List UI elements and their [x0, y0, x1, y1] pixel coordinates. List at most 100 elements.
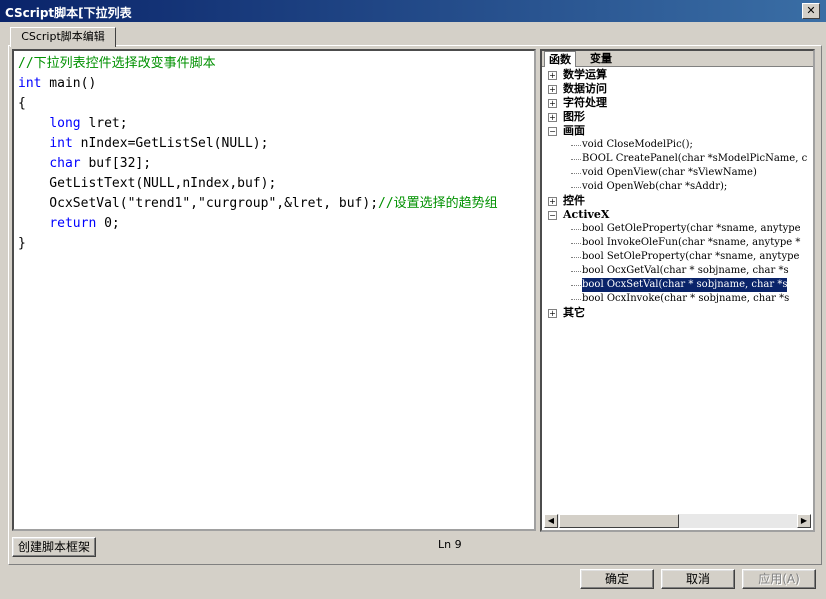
tree-node-label[interactable]: 控件	[563, 194, 585, 208]
tree-leaf[interactable]: bool OcxGetVal(char * sobjname, char *s	[542, 264, 813, 278]
tree-node[interactable]: − ActiveX	[542, 208, 813, 222]
code-text: }	[18, 236, 26, 251]
plus-icon[interactable]: +	[548, 113, 557, 122]
tree-leaf[interactable]: void OpenView(char *sViewName)	[542, 166, 813, 180]
code-comment: //设置选择的趋势组	[378, 196, 498, 211]
tree-connector	[571, 187, 581, 188]
function-tabs: 函数 变量	[542, 51, 813, 67]
tree-leaf-label[interactable]: BOOL CreatePanel(char *sModelPicName, c	[582, 152, 807, 166]
code-text: buf[32];	[80, 156, 152, 171]
tree-leaf-label[interactable]: void OpenWeb(char *sAddr);	[582, 180, 727, 194]
tab-functions[interactable]: 函数	[544, 51, 576, 67]
tree-connector	[571, 285, 581, 286]
code-comment: //下拉列表控件选择改变事件脚本	[18, 56, 216, 71]
tree-leaf-label[interactable]: bool OcxInvoke(char * sobjname, char *s	[582, 292, 789, 306]
code-keyword: char	[49, 156, 81, 171]
tree-leaf[interactable]: void OpenWeb(char *sAddr);	[542, 180, 813, 194]
code-text: nIndex=GetListSel(NULL);	[72, 136, 269, 151]
tree-connector	[571, 299, 581, 300]
tree-node-label[interactable]: 数学运算	[563, 68, 607, 82]
code-line[interactable]: char buf[32];	[18, 154, 498, 174]
tree-leaf[interactable]: bool OcxSetVal(char * sobjname, char *s	[542, 277, 813, 293]
function-browser: 函数 变量 + 数学运算 + 数据访问 + 字符处理 + 图形 − 画面 void CloseMod…	[540, 49, 815, 532]
tree-node[interactable]: + 其它	[542, 306, 813, 320]
tree-leaf-label[interactable]: void CloseModelPic();	[582, 138, 693, 152]
tree-node-label[interactable]: 其它	[563, 306, 585, 320]
tab-variables[interactable]: 变量	[586, 51, 616, 66]
scroll-thumb[interactable]	[559, 514, 679, 528]
tree-connector	[571, 257, 581, 258]
arrow-right-icon[interactable]: ▶	[797, 514, 811, 528]
code-keyword: return	[49, 216, 97, 231]
plus-icon[interactable]: +	[548, 85, 557, 94]
tree-connector	[571, 159, 581, 160]
code-keyword: int	[18, 76, 42, 91]
tree-node[interactable]: + 数据访问	[542, 82, 813, 96]
tree-node-label[interactable]: 画面	[563, 124, 585, 138]
tree-node-label[interactable]: 字符处理	[563, 96, 607, 110]
code-text[interactable]: //下拉列表控件选择改变事件脚本 int main() { long lret; i…	[18, 54, 498, 254]
code-text: GetListText(NULL,nIndex,buf);	[18, 176, 277, 191]
arrow-left-icon[interactable]: ◀	[544, 514, 558, 528]
title-bar: CScript脚本[下拉列表 ✕	[0, 0, 826, 22]
tab-script-edit[interactable]: CScript脚本编辑	[10, 27, 116, 47]
code-line[interactable]: long lret;	[18, 114, 498, 134]
tree-leaf[interactable]: bool SetOleProperty(char *sname, anytype	[542, 250, 813, 264]
code-keyword: long	[49, 116, 81, 131]
tree-connector	[571, 173, 581, 174]
minus-icon[interactable]: −	[548, 127, 557, 136]
code-line[interactable]: int nIndex=GetListSel(NULL);	[18, 134, 498, 154]
code-line[interactable]: OcxSetVal("trend1","curgroup",&lret, buf…	[18, 194, 498, 214]
function-tree[interactable]: + 数学运算 + 数据访问 + 字符处理 + 图形 − 画面 void CloseModelPic(…	[542, 68, 813, 320]
code-line[interactable]: GetListText(NULL,nIndex,buf);	[18, 174, 498, 194]
tree-node[interactable]: + 图形	[542, 110, 813, 124]
plus-icon[interactable]: +	[548, 197, 557, 206]
tree-node[interactable]: − 画面	[542, 124, 813, 138]
tree-leaf[interactable]: void CloseModelPic();	[542, 138, 813, 152]
cancel-button[interactable]: 取消	[661, 569, 735, 589]
minus-icon[interactable]: −	[548, 211, 557, 220]
tree-connector	[571, 145, 581, 146]
tree-leaf-label[interactable]: void OpenView(char *sViewName)	[582, 166, 757, 180]
code-line[interactable]: int main()	[18, 74, 498, 94]
line-indicator: Ln 9	[438, 538, 462, 551]
tree-leaf-label[interactable]: bool GetOleProperty(char *sname, anytype	[582, 222, 801, 236]
plus-icon[interactable]: +	[548, 309, 557, 318]
tree-leaf-label[interactable]: bool OcxSetVal(char * sobjname, char *s	[580, 277, 789, 293]
plus-icon[interactable]: +	[548, 99, 557, 108]
tree-node[interactable]: + 控件	[542, 194, 813, 208]
code-line[interactable]: //下拉列表控件选择改变事件脚本	[18, 54, 498, 74]
tree-leaf[interactable]: bool InvokeOleFun(char *sname, anytype *	[542, 236, 813, 250]
code-text: main()	[41, 76, 97, 91]
tree-connector	[571, 243, 581, 244]
plus-icon[interactable]: +	[548, 71, 557, 80]
tree-connector	[571, 229, 581, 230]
tree-node[interactable]: + 字符处理	[542, 96, 813, 110]
tree-leaf-label[interactable]: bool OcxGetVal(char * sobjname, char *s	[582, 264, 789, 278]
code-editor[interactable]: //下拉列表控件选择改变事件脚本 int main() { long lret; i…	[12, 49, 536, 531]
tree-leaf[interactable]: bool OcxInvoke(char * sobjname, char *s	[542, 292, 813, 306]
code-line[interactable]: }	[18, 234, 498, 254]
tree-leaf-label[interactable]: bool InvokeOleFun(char *sname, anytype *	[582, 236, 800, 250]
create-script-frame-button[interactable]: 创建脚本框架	[12, 537, 96, 557]
tree-node-label[interactable]: ActiveX	[563, 208, 609, 222]
horizontal-scrollbar[interactable]: ◀ ▶	[544, 514, 811, 528]
tree-leaf[interactable]: bool GetOleProperty(char *sname, anytype	[542, 222, 813, 236]
tree-leaf[interactable]: BOOL CreatePanel(char *sModelPicName, c	[542, 152, 813, 166]
code-text: lret;	[80, 116, 128, 131]
ok-button[interactable]: 确定	[580, 569, 654, 589]
code-line[interactable]: {	[18, 94, 498, 114]
code-line[interactable]: return 0;	[18, 214, 498, 234]
tree-node[interactable]: + 数学运算	[542, 68, 813, 82]
close-icon[interactable]: ✕	[802, 3, 820, 19]
tree-node-label[interactable]: 图形	[563, 110, 585, 124]
tree-leaf-label[interactable]: bool SetOleProperty(char *sname, anytype	[582, 250, 799, 264]
window-title: CScript脚本[下拉列表	[5, 6, 132, 20]
apply-button[interactable]: 应用(A)	[742, 569, 816, 589]
tree-connector	[571, 271, 581, 272]
tree-node-label[interactable]: 数据访问	[563, 82, 607, 96]
